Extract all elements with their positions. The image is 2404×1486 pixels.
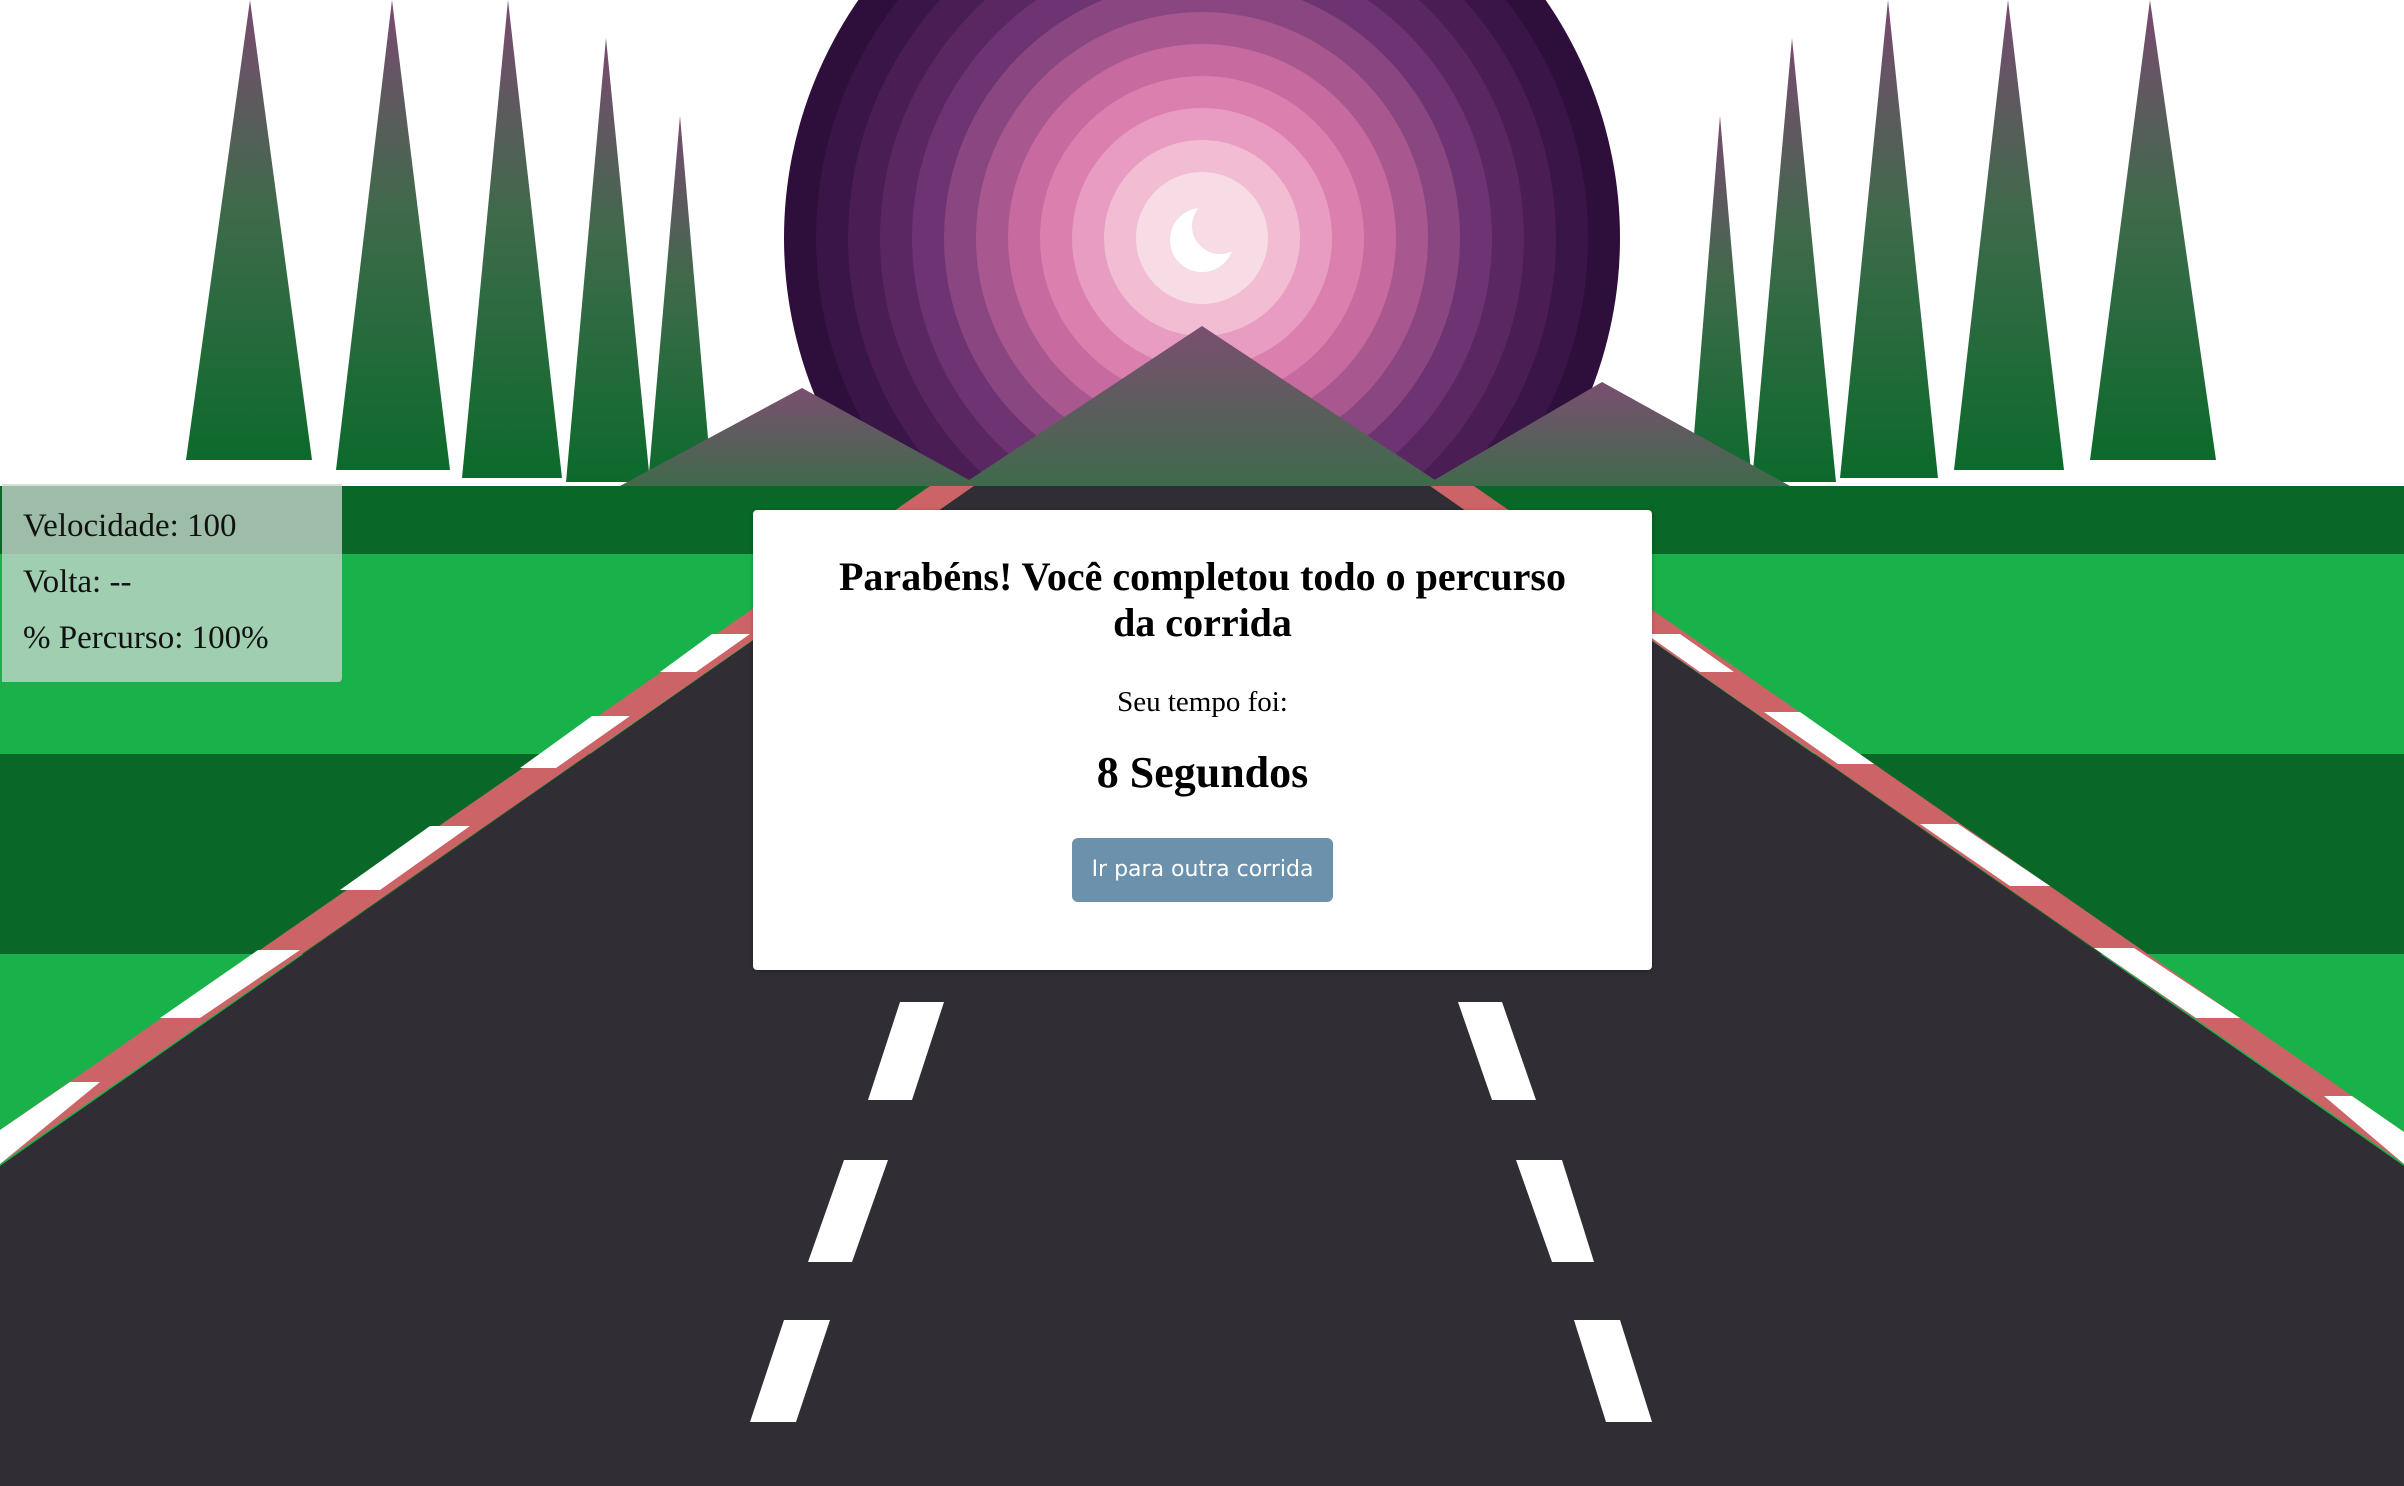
hud-panel: Velocidade: 100 Volta: -- % Percurso: 10… [2,484,342,682]
progress-readout: % Percurso: 100% [23,620,269,656]
time-label: Seu tempo foi: [1117,686,1288,718]
time-value: 8 Segundos [1096,748,1309,797]
speed-readout: Velocidade: 100 [23,508,237,544]
race-complete-modal: Parabéns! Você completou todo o percurso… [753,510,1652,970]
modal-title: Parabéns! Você completou todo o percurso… [839,554,1566,645]
next-race-button[interactable]: Ir para outra corrida [1071,838,1334,902]
lap-readout: Volta: -- [23,564,132,600]
